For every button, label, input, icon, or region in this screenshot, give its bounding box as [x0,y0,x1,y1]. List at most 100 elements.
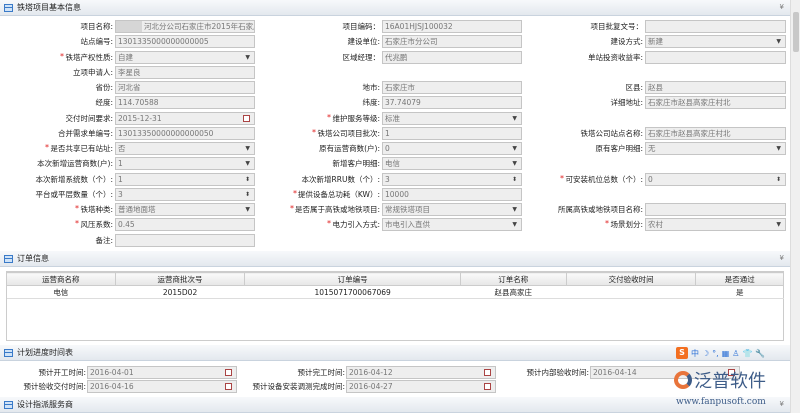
required-marker: * [290,204,294,213]
required-marker: * [75,219,79,229]
dropdown-arrow-icon[interactable]: ▼ [512,143,517,154]
required-marker: * [605,219,609,229]
text-field[interactable]: 1 [382,126,522,140]
dropdown-arrow-icon[interactable]: ▼ [776,143,781,154]
select-field[interactable]: 1 ▼ [115,157,255,171]
dropdown-arrow-icon[interactable]: ▼ [512,204,517,215]
date-field[interactable]: 2016-04-16 [87,380,237,393]
dropdown-arrow-icon[interactable]: ▼ [245,158,250,169]
calendar-icon[interactable] [484,369,491,376]
column-header[interactable]: 订单名称 [459,272,567,286]
sogou-logo-icon[interactable]: S [676,347,688,359]
dropdown-arrow-icon[interactable]: ▼ [776,219,781,230]
text-field[interactable]: 赵县 [645,81,786,94]
text-field[interactable]: 1301335000000000005 [115,35,255,49]
calendar-icon[interactable] [225,383,232,390]
field-label: 建设方式: [610,37,643,47]
field-value: 标准 [385,113,400,123]
field-label: 单站投资收益率: [587,52,643,62]
user-icon[interactable]: ♙ [732,349,739,358]
section-header-plan: 计划进度时间表 [0,345,790,361]
column-header[interactable]: 运营商名称 [6,272,116,286]
spinner-arrows-icon[interactable]: ⬍ [245,189,250,200]
table-row[interactable]: 电信 2015D02 1015071700067069 赵县高家庄 是 [6,285,784,299]
ime-item[interactable]: 中 [691,348,699,359]
text-field[interactable]: 13013350000000000050 [115,126,255,140]
collapse-icon[interactable]: ¥ [780,3,784,11]
date-field[interactable]: 2016-04-01 [87,366,237,379]
collapse-icon[interactable]: ¥ [780,254,784,262]
calendar-icon[interactable] [225,369,232,376]
field-label: 预计开工时间: [38,368,86,377]
number-stepper[interactable]: 1 ⬍ [115,172,255,186]
text-field[interactable]: 石家庄市赵县高家庄村北 [645,96,786,110]
spinner-arrows-icon[interactable]: ⬍ [512,174,517,185]
moon-icon[interactable]: ☽ [702,349,709,358]
text-field[interactable]: 石家庄市赵县高家庄村北 [645,126,786,140]
text-field[interactable] [645,203,786,216]
tools-icon[interactable]: 🔧 [755,349,765,358]
number-stepper[interactable]: 0 ⬍ [645,172,786,186]
select-field[interactable]: 电信 ▼ [382,157,522,171]
select-field[interactable]: 标准 ▼ [382,111,522,125]
select-field[interactable]: 自建 ▼ [115,50,255,64]
column-header[interactable]: 是否通过 [695,272,784,286]
select-field[interactable]: 0 ▼ [382,142,522,155]
logo-text: 泛普软件 [694,371,766,392]
text-field[interactable] [645,50,786,64]
dropdown-arrow-icon[interactable]: ▼ [245,143,250,154]
required-marker: * [327,112,331,122]
spinner-arrows-icon[interactable]: ⬍ [245,174,250,185]
date-field[interactable]: 2016-04-12 [346,366,496,379]
text-field[interactable]: 石家庄市 [382,81,522,94]
select-field[interactable]: 市电引入直供 ▼ [382,218,522,232]
calendar-icon[interactable] [484,383,491,390]
column-header[interactable]: 交付验收时间 [565,272,697,286]
select-field[interactable]: 新建 ▼ [645,35,786,49]
field-value: 2016-04-27 [349,382,393,391]
date-field[interactable]: 2016-04-27 [346,380,496,393]
dropdown-arrow-icon[interactable]: ▼ [245,204,250,215]
text-field[interactable]: 河北省 [115,81,255,94]
text-field[interactable]: 代兆鹏 [382,50,522,64]
skin-icon[interactable]: 👕 [742,349,752,358]
text-field[interactable]: 10000 [382,187,522,201]
calendar-icon[interactable] [243,114,250,122]
field-value: 常规铁塔项目 [385,205,430,214]
text-field[interactable]: 16A01HJSJ100032 [382,20,522,33]
text-field[interactable]: 李星良 [115,65,255,79]
dropdown-arrow-icon[interactable]: ▼ [512,219,517,230]
field-label: 经度: [95,98,113,108]
column-header[interactable]: 运营商批次号 [114,272,246,286]
field-label: 建设单位: [347,37,380,47]
text-field[interactable]: 37.74079 [382,96,522,110]
vertical-scrollbar[interactable] [790,0,800,413]
text-field[interactable] [645,20,786,33]
dropdown-arrow-icon[interactable]: ▼ [245,52,250,63]
dropdown-arrow-icon[interactable]: ▼ [512,158,517,169]
number-stepper[interactable]: 3 ⬍ [382,172,522,186]
field-value: 自建 [118,52,133,62]
date-field[interactable]: 2015-12-31 [115,111,255,125]
text-field[interactable]: 0.45 [115,218,255,232]
select-field[interactable]: 无 ▼ [645,142,786,155]
text-field[interactable] [115,233,255,247]
number-stepper[interactable]: 3 ⬍ [115,187,255,201]
select-field[interactable]: 否 ▼ [115,142,255,155]
select-field[interactable]: 常规铁塔项目 ▼ [382,203,522,216]
scrollbar-thumb[interactable] [793,12,799,52]
text-field[interactable]: 114.70588 [115,96,255,110]
punctuation-icon[interactable]: °, [712,349,719,358]
dropdown-arrow-icon[interactable]: ▼ [512,113,517,124]
ime-toolbar[interactable]: S 中 ☽ °, ▦ ♙ 👕 🔧 [676,346,765,360]
field-value: 1 [385,128,390,138]
field-value: 否 [118,144,126,153]
dropdown-arrow-icon[interactable]: ▼ [776,36,781,47]
keyboard-icon[interactable]: ▦ [722,349,730,358]
text-field[interactable]: 河北分公司石家庄市2015年石家庄 [115,20,255,33]
text-field[interactable]: 石家庄市分公司 [382,35,522,49]
spinner-arrows-icon[interactable]: ⬍ [776,174,781,185]
column-header[interactable]: 订单编号 [244,272,461,286]
select-field[interactable]: 普通地面塔 ▼ [115,203,255,216]
select-field[interactable]: 农村 ▼ [645,218,786,232]
